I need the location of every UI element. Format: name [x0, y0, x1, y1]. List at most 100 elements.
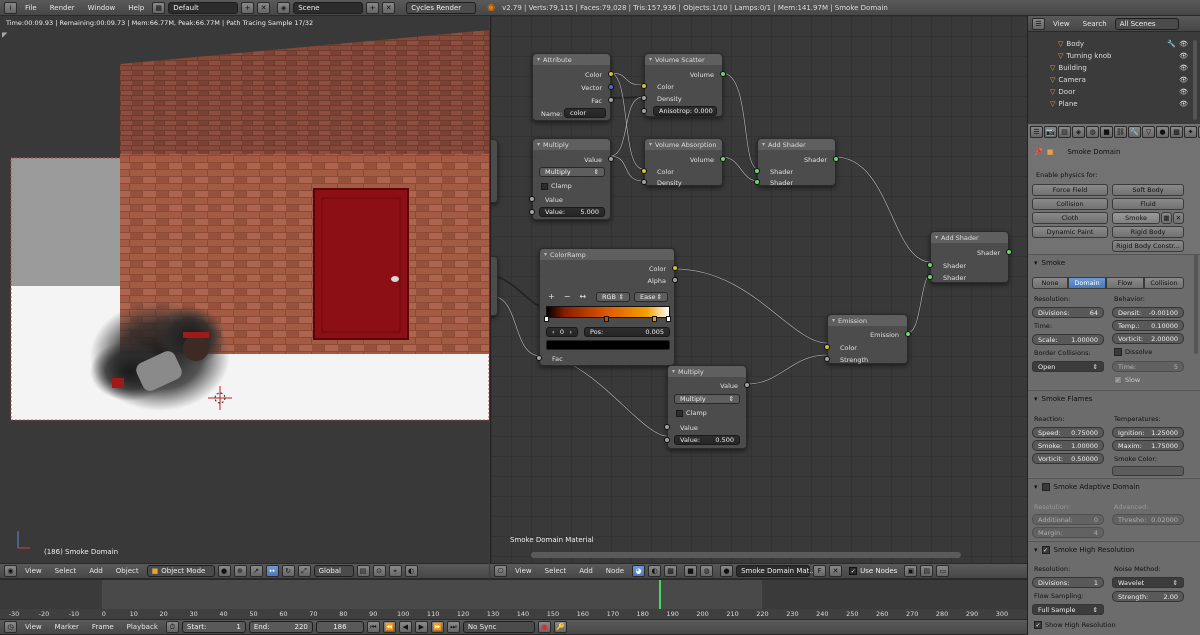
- value-field[interactable]: Value: 5.000: [539, 207, 605, 217]
- flip-ramp-button[interactable]: ↔: [579, 292, 586, 301]
- slow-checkbox[interactable]: ✓ Slow: [1114, 376, 1140, 384]
- play-icon[interactable]: ▶: [414, 621, 428, 633]
- menu-object[interactable]: Object: [111, 567, 144, 575]
- smoke-type-domain[interactable]: Domain: [1068, 277, 1106, 289]
- volume-absorption-node[interactable]: Volume Absorption Volume Color Density: [641, 138, 726, 187]
- output-socket[interactable]: [1006, 249, 1012, 255]
- outliner-row-building[interactable]: ▽ Building 👁: [1028, 62, 1188, 74]
- pivot-icon[interactable]: ⊕: [233, 565, 247, 577]
- rotate-icon[interactable]: ↻: [281, 565, 295, 577]
- lock-icon[interactable]: ⊙: [372, 565, 386, 577]
- data-tab-icon[interactable]: ▽: [1142, 126, 1155, 138]
- material-name-field[interactable]: Smoke Domain Mat...: [736, 565, 816, 577]
- input-socket[interactable]: [927, 262, 933, 268]
- smoke-button[interactable]: Smoke: [1112, 212, 1160, 224]
- outliner-scrollbar[interactable]: [1193, 40, 1197, 120]
- prev-keyframe-icon[interactable]: ⏪: [382, 621, 396, 633]
- output-socket[interactable]: [720, 71, 726, 77]
- ignition-field[interactable]: Ignition: 1.25000: [1112, 427, 1184, 438]
- orientation-select[interactable]: Global: [313, 565, 354, 577]
- highres-divisions-field[interactable]: Divisions: 1: [1032, 577, 1104, 588]
- object-icon[interactable]: ■: [684, 565, 698, 577]
- outliner-row-turning-knob[interactable]: ▽ Turning knob 👁: [1028, 50, 1188, 62]
- checkbox-checked-icon[interactable]: ✓: [1041, 546, 1050, 554]
- paste-icon[interactable]: ▤: [920, 565, 934, 577]
- multiply-node-2[interactable]: Multiply Value Multiply ⇕ Clamp Value Val…: [664, 365, 750, 449]
- remove-scene-icon[interactable]: ✕: [382, 1, 396, 14]
- output-socket[interactable]: [720, 156, 726, 162]
- strength-field[interactable]: Strength: 2.00: [1112, 591, 1184, 602]
- eye-icon[interactable]: 👁: [1179, 64, 1188, 72]
- eye-icon[interactable]: 👁: [1179, 76, 1188, 84]
- maximum-temp-field[interactable]: Maxim: 1.75000: [1112, 440, 1184, 451]
- snap-icon[interactable]: ⌖: [388, 565, 402, 577]
- scene-icon[interactable]: ◈: [277, 1, 291, 14]
- flames-panel-header[interactable]: ▾ Smoke Flames: [1034, 395, 1092, 403]
- interpolation-select[interactable]: Ease ⇕: [634, 292, 668, 302]
- menu-file[interactable]: File: [20, 4, 42, 12]
- timeline-type-icon[interactable]: ◷: [4, 621, 17, 633]
- highres-panel-header[interactable]: ▾ ✓ Smoke High Resolution: [1034, 546, 1134, 554]
- layers-tab-icon[interactable]: ▤: [1058, 126, 1071, 138]
- menu-add[interactable]: Add: [574, 567, 598, 575]
- input-socket[interactable]: [641, 95, 647, 101]
- input-socket[interactable]: [824, 344, 830, 350]
- volume-scatter-node[interactable]: Volume Scatter Volume Color Density Anis…: [641, 53, 726, 117]
- copy-icon[interactable]: ▣: [904, 565, 918, 577]
- world-tab-icon[interactable]: ◍: [1086, 126, 1099, 138]
- add-scene-icon[interactable]: +: [366, 1, 380, 14]
- node-editor-type-icon[interactable]: ⎔: [494, 565, 507, 577]
- outliner-type-icon[interactable]: ☰: [1032, 17, 1045, 30]
- end-frame-field[interactable]: End: 220: [248, 621, 313, 633]
- input-socket[interactable]: [754, 168, 760, 174]
- output-socket[interactable]: [905, 331, 911, 337]
- smoke-settings-icon[interactable]: ▦: [1161, 212, 1172, 224]
- input-socket[interactable]: [641, 168, 647, 174]
- checkbox-icon[interactable]: [1041, 483, 1050, 491]
- properties-type-icon[interactable]: ☰: [1030, 126, 1043, 138]
- scale-icon[interactable]: ⤢: [297, 565, 311, 577]
- menu-view[interactable]: View: [510, 567, 537, 575]
- add-shader-node-1[interactable]: Add Shader Shader Shader Shader: [754, 138, 839, 187]
- input-socket[interactable]: [641, 179, 647, 185]
- output-socket[interactable]: [608, 97, 614, 103]
- density-field[interactable]: Densit: -0.00100: [1112, 307, 1184, 318]
- display-mode-select[interactable]: All Scenes: [1114, 17, 1179, 30]
- outliner-row-door[interactable]: ▽ Door 👁: [1028, 86, 1188, 98]
- dissolve-checkbox[interactable]: Dissolve: [1114, 348, 1152, 356]
- current-frame-field[interactable]: 186: [315, 621, 364, 633]
- preview-range-icon[interactable]: ⏱: [165, 621, 179, 633]
- dynamic-paint-button[interactable]: Dynamic Paint: [1032, 226, 1108, 238]
- add-shader-node-2[interactable]: Add Shader Shader Shader Shader: [927, 231, 1012, 283]
- smoke-type-flow[interactable]: Flow: [1106, 277, 1144, 289]
- jump-end-icon[interactable]: ⏭: [446, 621, 460, 633]
- compositing-nodes-icon[interactable]: ◐: [648, 565, 662, 577]
- vorticity-field[interactable]: Vorticit: 2.00000: [1112, 333, 1184, 344]
- output-socket[interactable]: [744, 382, 750, 388]
- record-icon[interactable]: ●: [537, 621, 551, 633]
- menu-select[interactable]: Select: [50, 567, 82, 575]
- modifiers-tab-icon[interactable]: 🔧: [1128, 126, 1141, 138]
- input-socket[interactable]: [536, 355, 542, 361]
- sync-mode-select[interactable]: No Sync: [462, 621, 535, 633]
- soft-body-button[interactable]: Soft Body: [1112, 184, 1184, 196]
- menu-add[interactable]: Add: [84, 567, 108, 575]
- current-frame-line[interactable]: [659, 580, 661, 609]
- fake-user-button[interactable]: F: [813, 565, 827, 577]
- margin-field[interactable]: Margin: 4: [1032, 527, 1104, 538]
- smoke-color-swatch[interactable]: [1112, 466, 1184, 476]
- value-field[interactable]: Value: 0.500: [674, 435, 740, 445]
- emission-node[interactable]: Emission Emission Color Strength: [824, 314, 911, 364]
- material-tab-icon[interactable]: ●: [1156, 126, 1169, 138]
- jump-start-icon[interactable]: ⏮: [366, 621, 380, 633]
- ramp-stop-marker[interactable]: [604, 316, 609, 322]
- rigid-body-button[interactable]: Rigid Body: [1112, 226, 1184, 238]
- menu-search[interactable]: Search: [1078, 20, 1112, 28]
- info-editor-icon[interactable]: i: [4, 1, 17, 14]
- shader-nodes-icon[interactable]: ◕: [632, 565, 646, 577]
- add-layout-icon[interactable]: +: [241, 1, 255, 14]
- timeline[interactable]: -30 -20 -10 0 10 20 30 40 50 60 70 80 90…: [0, 579, 1027, 620]
- next-keyframe-icon[interactable]: ⏩: [430, 621, 444, 633]
- menu-node[interactable]: Node: [601, 567, 629, 575]
- ramp-stop-marker[interactable]: [544, 316, 549, 322]
